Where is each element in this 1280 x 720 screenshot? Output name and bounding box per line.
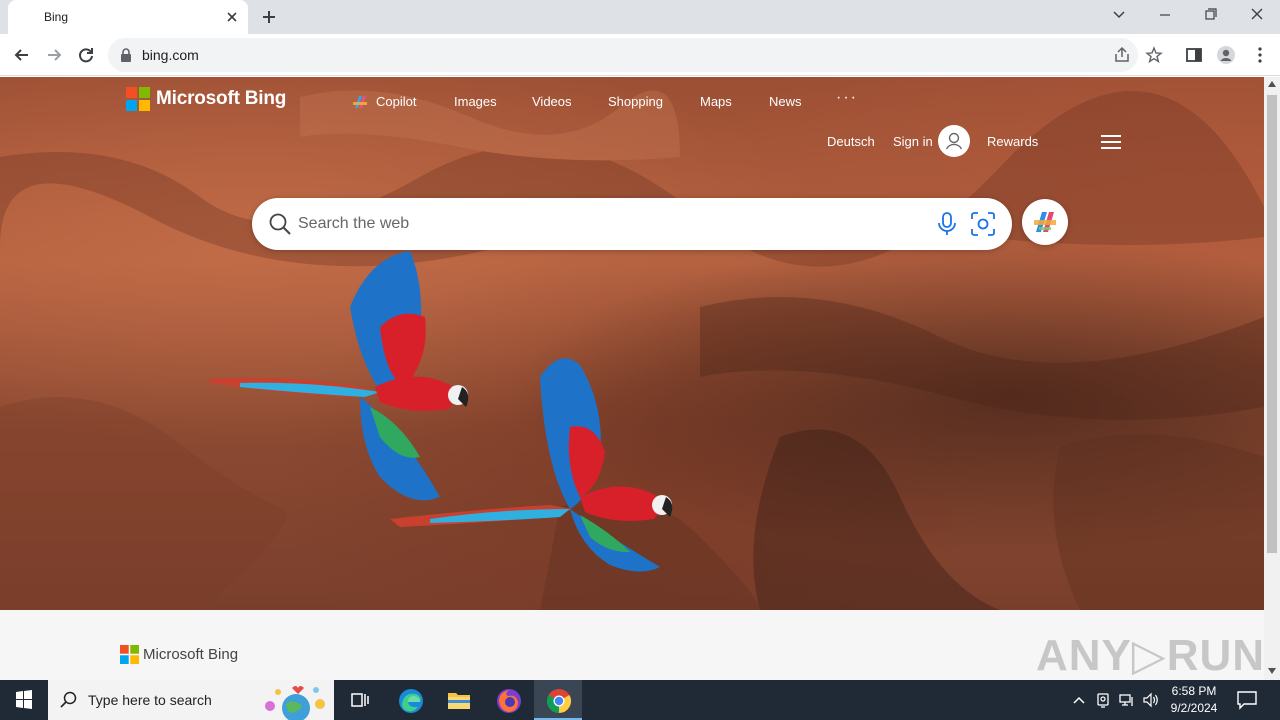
clock-date: 9/2/2024 [1170,701,1218,715]
network-icon[interactable] [1118,691,1136,709]
start-button[interactable] [0,680,48,720]
scroll-thumb[interactable] [1267,95,1277,553]
menu-dots-icon[interactable] [1250,45,1270,65]
nav-news[interactable]: News [769,94,802,109]
back-icon[interactable] [12,45,32,65]
microphone-icon[interactable] [936,212,958,236]
nav-more-button[interactable]: ··· [836,89,858,107]
nav-shopping[interactable]: Shopping [608,94,663,109]
profile-icon[interactable] [1216,45,1236,65]
edge-icon [399,689,423,713]
tab-title: Bing [44,10,69,24]
sign-in-link[interactable]: Sign in [893,134,933,149]
taskbar-search-placeholder: Type here to search [88,692,212,708]
url-text: bing.com [142,47,199,63]
microsoft-logo-icon [126,87,150,111]
copilot-button[interactable] [1022,199,1068,245]
nav-maps[interactable]: Maps [700,94,732,109]
chrome-app[interactable] [534,680,582,720]
close-icon[interactable] [224,9,240,25]
chevron-up-icon[interactable] [1070,691,1088,709]
visual-search-icon[interactable] [970,211,996,237]
chevron-down-icon[interactable] [1108,6,1130,24]
reload-icon[interactable] [76,45,96,65]
lock-icon[interactable] [120,48,132,62]
firefox-app[interactable] [484,680,532,720]
bing-page: Microsoft Bing Copilot Images Videos Sho… [0,77,1264,680]
windows-logo-icon [16,690,32,709]
firefox-icon [497,689,521,713]
new-tab-icon[interactable] [260,8,278,26]
nav-videos[interactable]: Videos [532,94,572,109]
footer-logo-text: Microsoft Bing [143,646,239,663]
page-footer: Microsoft Bing ANY▷RUN [0,610,1264,680]
scroll-up-arrow-icon[interactable] [1268,81,1276,87]
page-scrollbar[interactable] [1264,77,1280,680]
copilot-logo-icon [1034,212,1056,232]
chrome-icon [546,689,572,713]
restore-icon[interactable] [1200,6,1222,24]
logo-text: Microsoft Bing [156,88,287,109]
clock-time: 6:58 PM [1171,684,1217,698]
scroll-down-arrow-icon[interactable] [1268,668,1276,674]
search-icon[interactable] [268,212,292,236]
edge-app[interactable] [386,680,434,720]
minimize-icon[interactable] [1154,6,1176,24]
share-icon[interactable] [1113,46,1131,64]
microsoft-logo-icon [120,645,139,664]
task-view-icon [351,693,369,707]
browser-toolbar: bing.com [0,34,1280,76]
bookmark-star-icon[interactable] [1145,46,1163,64]
search-box [252,198,1012,250]
user-icon [945,132,963,150]
search-highlight-icon [265,686,325,720]
hamburger-menu-icon[interactable] [1100,134,1122,150]
nav-images[interactable]: Images [454,94,497,109]
file-explorer-app[interactable] [434,680,482,720]
rewards-link[interactable]: Rewards [987,134,1038,149]
search-icon [60,691,77,708]
close-window-icon[interactable] [1246,6,1268,24]
device-icon[interactable] [1094,691,1112,709]
system-clock[interactable]: 6:58 PM 9/2/2024 [1162,683,1226,717]
folder-icon [448,693,470,709]
forward-icon[interactable] [44,45,64,65]
search-input[interactable] [298,206,918,242]
language-link[interactable]: Deutsch [827,134,875,149]
tab-bing[interactable]: Bing [8,0,248,34]
tab-strip: Bing [0,0,1280,34]
volume-icon[interactable] [1142,691,1160,709]
notification-icon[interactable] [1236,690,1258,710]
taskbar-search[interactable]: Type here to search [48,680,334,720]
windows-taskbar: Type here to search 6:58 PM 9/2/2024 [0,680,1280,720]
anyrun-watermark: ANY▷RUN [1036,631,1264,680]
nav-copilot[interactable]: Copilot [376,94,416,109]
avatar[interactable] [938,125,970,157]
hero-background: Microsoft Bing Copilot Images Videos Sho… [0,77,1264,610]
parrots-image [208,251,673,572]
task-view-button[interactable] [336,680,384,720]
copilot-icon [353,96,367,108]
address-bar[interactable]: bing.com [108,38,1163,72]
side-panel-icon[interactable] [1184,45,1204,65]
